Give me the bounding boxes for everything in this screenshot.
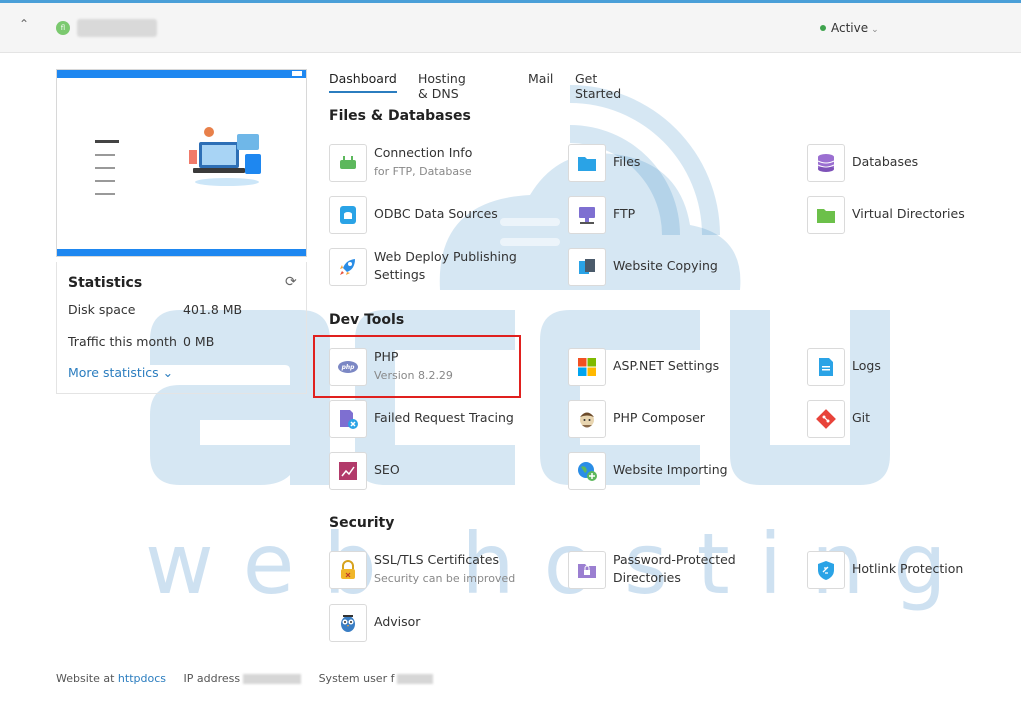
copy-icon [568, 248, 606, 286]
lock-icon [329, 551, 367, 589]
git-icon [807, 400, 845, 438]
disk-space-value: 401.8 MB [183, 302, 243, 317]
refresh-icon[interactable]: ⟳ [285, 274, 297, 290]
watermark-text: web hosting [145, 515, 976, 613]
locked-folder-icon [568, 551, 606, 589]
site-name-redacted [77, 19, 157, 37]
status-label: Active [831, 21, 869, 35]
user-label: System user [318, 672, 388, 685]
tool-label: Hotlink Protection [852, 561, 964, 576]
odbc-icon [329, 196, 367, 234]
tool-sublabel: Security can be improved [374, 572, 516, 585]
chevron-down-icon: ⌄ [871, 25, 879, 35]
ftp-icon [568, 196, 606, 234]
ip-value-redacted [243, 674, 302, 684]
footer-info: Website at httpdocs IP address System us… [56, 672, 434, 685]
user-value: f [390, 672, 395, 685]
tool-label-line2: Settings [374, 267, 426, 282]
more-statistics-link[interactable]: More statistics ⌄ [68, 365, 173, 380]
database-icon [807, 144, 845, 182]
more-statistics-label: More statistics [68, 365, 159, 380]
folder-icon [568, 144, 606, 182]
tool-label: SEO [374, 462, 400, 477]
windows-icon [568, 348, 606, 386]
rocket-icon [329, 248, 367, 286]
site-avatar: fl [56, 21, 70, 35]
preview-illustration [189, 127, 261, 186]
plug-icon [329, 144, 367, 182]
tab-dashboard[interactable]: Dashboard [329, 71, 397, 93]
chevron-down-icon: ⌄ [162, 365, 174, 380]
user-value-redacted [397, 674, 434, 684]
statistics-title: Statistics [68, 275, 143, 291]
tool-label: Virtual Directories [852, 206, 965, 221]
tool-label: Databases [852, 154, 919, 169]
tool-label: Website Copying [613, 258, 718, 273]
composer-icon [568, 400, 606, 438]
statistics-panel: Statistics ⟳ Disk space 401.8 MB Traffic… [56, 262, 307, 394]
section-dev-tools: Dev Tools [329, 312, 405, 328]
php-highlight-box [313, 335, 521, 398]
tool-label: ASP.NET Settings [613, 358, 720, 373]
document-icon [807, 348, 845, 386]
chevron-up-icon[interactable]: ⌃ [19, 17, 29, 31]
preview-button [292, 71, 302, 76]
tool-label: Failed Request Tracing [374, 410, 514, 425]
status-dropdown[interactable]: Active ⌄ [820, 21, 879, 35]
section-security: Security [329, 515, 395, 531]
tool-label: FTP [613, 206, 636, 221]
globe-import-icon [568, 452, 606, 490]
tool-label: SSL/TLS Certificates [374, 552, 499, 567]
website-preview[interactable] [56, 69, 307, 257]
tool-label-line2: Directories [613, 570, 681, 585]
tab-get-started[interactable]: Get Started [575, 71, 621, 106]
preview-footer [57, 249, 306, 256]
section-files-databases: Files & Databases [329, 108, 471, 124]
tool-label: Logs [852, 358, 881, 373]
tool-label: Web Deploy Publishing [374, 249, 517, 264]
tool-label: Git [852, 410, 871, 425]
traffic-label: Traffic this month [68, 334, 177, 349]
tool-label: Website Importing [613, 462, 728, 477]
tool-label: PHP Composer [613, 410, 705, 425]
seo-chart-icon [329, 452, 367, 490]
failed-request-icon [329, 400, 367, 438]
traffic-value: 0 MB [183, 334, 215, 349]
tab-hosting-dns[interactable]: Hosting & DNS [418, 71, 466, 106]
advisor-owl-icon [329, 604, 367, 642]
tool-sublabel: for FTP, Database [374, 165, 472, 178]
preview-text [95, 140, 125, 206]
tab-mail[interactable]: Mail [528, 71, 553, 91]
tool-label: ODBC Data Sources [374, 206, 498, 221]
tool-label: Advisor [374, 614, 421, 629]
tool-label: Password-Protected [613, 552, 736, 567]
tool-label: Files [613, 154, 641, 169]
disk-space-label: Disk space [68, 302, 136, 317]
httpdocs-link[interactable]: httpdocs [118, 672, 166, 685]
tool-label: Connection Info [374, 145, 473, 160]
status-dot-icon [820, 25, 826, 31]
preview-topbar [57, 70, 306, 78]
folder-icon [807, 196, 845, 234]
website-prefix: Website at [56, 672, 115, 685]
subscription-header: ⌃ fl Active ⌄ [0, 0, 1021, 53]
ip-label: IP address [183, 672, 241, 685]
shield-icon [807, 551, 845, 589]
